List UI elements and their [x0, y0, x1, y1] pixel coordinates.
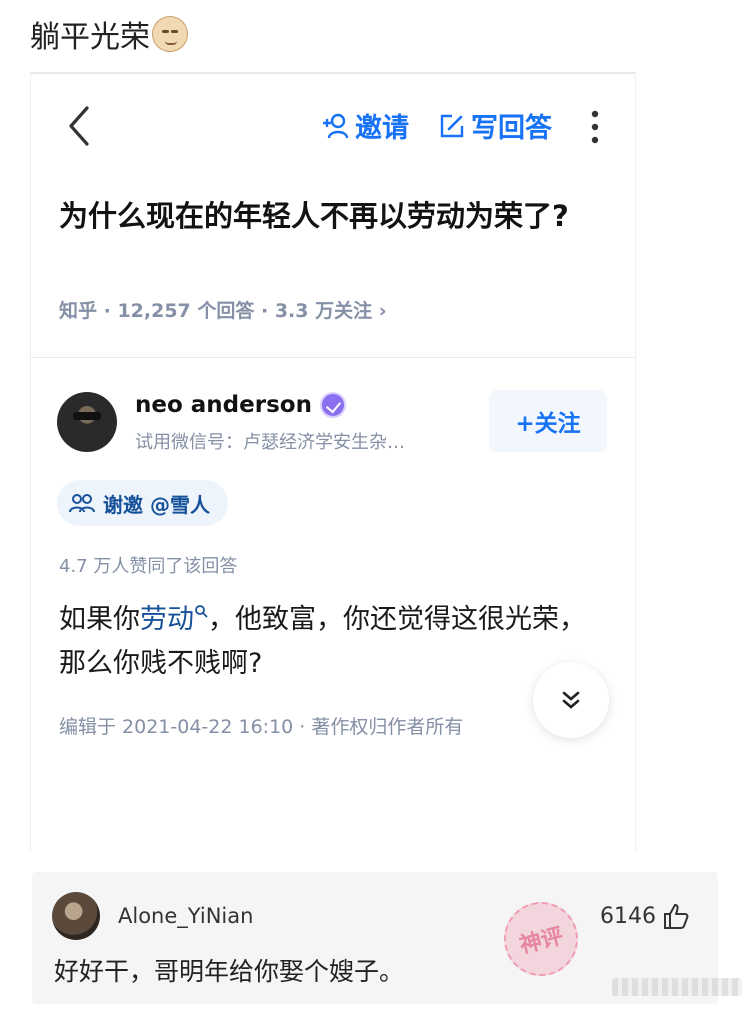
thanks-invite-pill[interactable]: 谢邀 @雪人 [57, 480, 228, 526]
author-name-text: neo anderson [135, 392, 312, 418]
thanks-label: 谢邀 @雪人 [103, 492, 210, 517]
answer-keyword-link[interactable]: 劳动 [140, 604, 194, 635]
thumbs-up-icon [664, 904, 689, 929]
write-answer-label: 写回答 [471, 113, 552, 144]
comment-text: 好好干，哥明年给你娶个嫂子。 [54, 957, 405, 986]
like-count: 6146 [600, 903, 656, 929]
smirk-face-icon [152, 16, 188, 52]
post-title: 躺平光荣 [30, 12, 188, 56]
chevron-double-down-icon [562, 691, 580, 709]
comment-like-button[interactable]: 6146 [600, 902, 690, 930]
divider [31, 357, 635, 358]
author-avatar[interactable] [57, 392, 117, 452]
add-user-icon [323, 113, 349, 138]
search-icon[interactable] [194, 604, 208, 618]
hot-comment-stamp: 神评 [496, 894, 586, 984]
follow-button[interactable]: +关注 [489, 390, 607, 452]
answer-text-before: 如果你 [59, 604, 140, 635]
answer-votes: 4.7 万人赞同了该回答 [59, 556, 238, 577]
watermark [612, 978, 742, 996]
zhihu-screenshot: 邀请 写回答 为什么现在的年轻人不再以劳动为荣了? 知乎 · 12,257 个回… [30, 72, 636, 852]
more-vertical-icon[interactable] [587, 110, 603, 144]
stamp-text: 神评 [517, 923, 566, 959]
top-nav-bar: 邀请 写回答 [31, 94, 635, 160]
back-chevron-icon[interactable] [65, 104, 95, 148]
people-icon [69, 494, 95, 513]
edit-icon [440, 114, 464, 137]
question-meta[interactable]: 知乎 · 12,257 个回答 · 3.3 万关注 › [59, 296, 387, 323]
author-name[interactable]: neo anderson [135, 392, 346, 418]
expand-button[interactable] [533, 662, 609, 738]
question-title[interactable]: 为什么现在的年轻人不再以劳动为荣了? [59, 194, 599, 238]
verified-badge-icon [319, 392, 346, 418]
invite-label: 邀请 [355, 113, 409, 144]
comment-username[interactable]: Alone_YiNian [118, 904, 253, 928]
author-subtitle: 试用微信号：卢瑟经济学安生杂… [135, 432, 405, 453]
answer-text: 如果你劳动 ，他致富，你还觉得这很光荣，那么你贱不贱啊? [59, 598, 599, 686]
invite-button[interactable]: 邀请 [321, 106, 409, 145]
post-title-text: 躺平光荣 [30, 20, 150, 55]
comment-avatar[interactable] [52, 892, 100, 940]
edit-meta: 编辑于 2021-04-22 16:10 · 著作权归作者所有 [59, 716, 464, 738]
write-answer-button[interactable]: 写回答 [439, 106, 552, 145]
